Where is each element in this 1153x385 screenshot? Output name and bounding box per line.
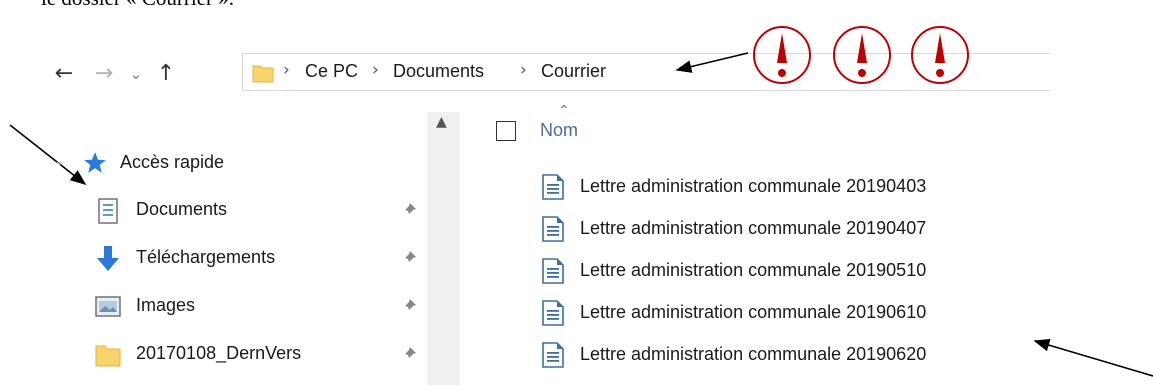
text-document-icon (542, 258, 564, 284)
file-name: Lettre administration communale 20190510 (580, 260, 927, 280)
sidebar-item-images[interactable]: Images (90, 293, 420, 325)
star-icon (84, 152, 106, 173)
select-all-checkbox[interactable] (496, 121, 516, 141)
text-document-icon (542, 342, 564, 368)
file-name: Lettre administration communale 20190407 (580, 218, 927, 238)
file-row[interactable]: Lettre administration communale 20190610 (540, 299, 1050, 331)
warning-exclamation-icon (833, 26, 891, 84)
file-row[interactable]: Lettre administration communale 20190403 (540, 173, 1050, 205)
file-row[interactable]: Lettre administration communale 20190620 (540, 341, 1050, 373)
folder-icon (95, 345, 121, 367)
file-name: Lettre administration communale 20190403 (580, 176, 927, 196)
sidebar-item-documents[interactable]: Documents (90, 197, 420, 229)
file-row[interactable]: Lettre administration communale 20190510 (540, 257, 1050, 289)
column-header-name[interactable]: Nom (496, 118, 1046, 150)
chevron-down-icon[interactable]: ⌄ (54, 154, 65, 169)
sidebar-item-label: Accès rapide (120, 152, 225, 172)
sidebar-item-folder[interactable]: 20170108_DernVers (90, 341, 420, 373)
text-document-icon (542, 216, 564, 242)
images-icon (95, 296, 121, 317)
sidebar-quick-access[interactable]: ⌄ Accès rapide (54, 150, 384, 182)
sort-ascending-icon: ⌃ (558, 103, 570, 119)
column-header-label: Nom (540, 120, 579, 140)
arrow-to-files (1033, 338, 1153, 377)
pin-icon[interactable] (400, 345, 418, 363)
documents-icon (98, 198, 118, 224)
file-row[interactable]: Lettre administration communale 20190407 (540, 215, 1050, 247)
text-document-icon (542, 174, 564, 200)
arrow-to-courrier (675, 52, 749, 73)
sidebar-item-label: Documents (136, 199, 228, 219)
text-document-icon (542, 300, 564, 326)
sidebar-item-downloads[interactable]: Téléchargements (90, 245, 420, 277)
sidebar-item-label: Téléchargements (136, 247, 276, 267)
file-name: Lettre administration communale 20190620 (580, 344, 927, 364)
sidebar-item-label: Images (136, 295, 196, 315)
sidebar-scrollbar[interactable]: ▲ (427, 112, 460, 385)
pin-icon[interactable] (400, 201, 418, 219)
warning-exclamation-icon (753, 26, 811, 84)
file-name: Lettre administration communale 20190610 (580, 302, 927, 322)
download-arrow-icon (97, 246, 119, 271)
warning-exclamation-icon (911, 26, 969, 84)
sidebar-item-label: 20170108_DernVers (136, 343, 302, 363)
pin-icon[interactable] (400, 297, 418, 315)
pin-icon[interactable] (400, 249, 418, 267)
scroll-up-arrow-icon[interactable]: ▲ (436, 114, 447, 130)
